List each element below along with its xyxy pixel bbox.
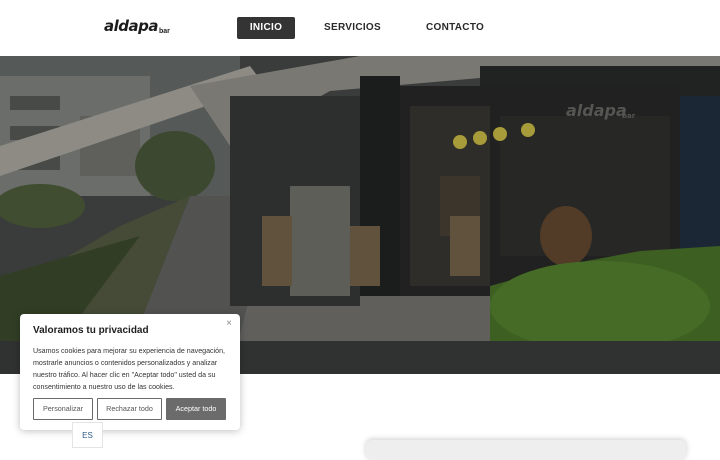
reject-all-button[interactable]: Rechazar todo [97,398,162,420]
cookie-consent-banner: Valoramos tu privacidad × Usamos cookies… [20,314,240,430]
nav-item-contacto[interactable]: CONTACTO [410,17,500,39]
content-card [366,440,686,460]
logo-text: aldapa [104,17,158,35]
close-icon[interactable]: × [226,318,232,329]
cookie-actions: Personalizar Rechazar todo Aceptar todo [33,398,226,420]
logo-subtext: bar [158,28,170,35]
cookie-title: Valoramos tu privacidad [33,325,149,336]
language-switcher[interactable]: ES [72,422,103,448]
nav-item-servicios[interactable]: SERVICIOS [308,17,397,39]
nav-item-inicio[interactable]: INICIO [237,17,295,39]
cookie-description: Usamos cookies para mejorar su experienc… [33,347,226,391]
accept-all-button[interactable]: Aceptar todo [166,398,226,420]
main-nav: INICIO SERVICIOS CONTACTO [237,17,500,39]
site-logo[interactable]: aldapa bar [104,17,170,37]
site-header: aldapa bar INICIO SERVICIOS CONTACTO [0,0,720,56]
customize-button[interactable]: Personalizar [33,398,93,420]
